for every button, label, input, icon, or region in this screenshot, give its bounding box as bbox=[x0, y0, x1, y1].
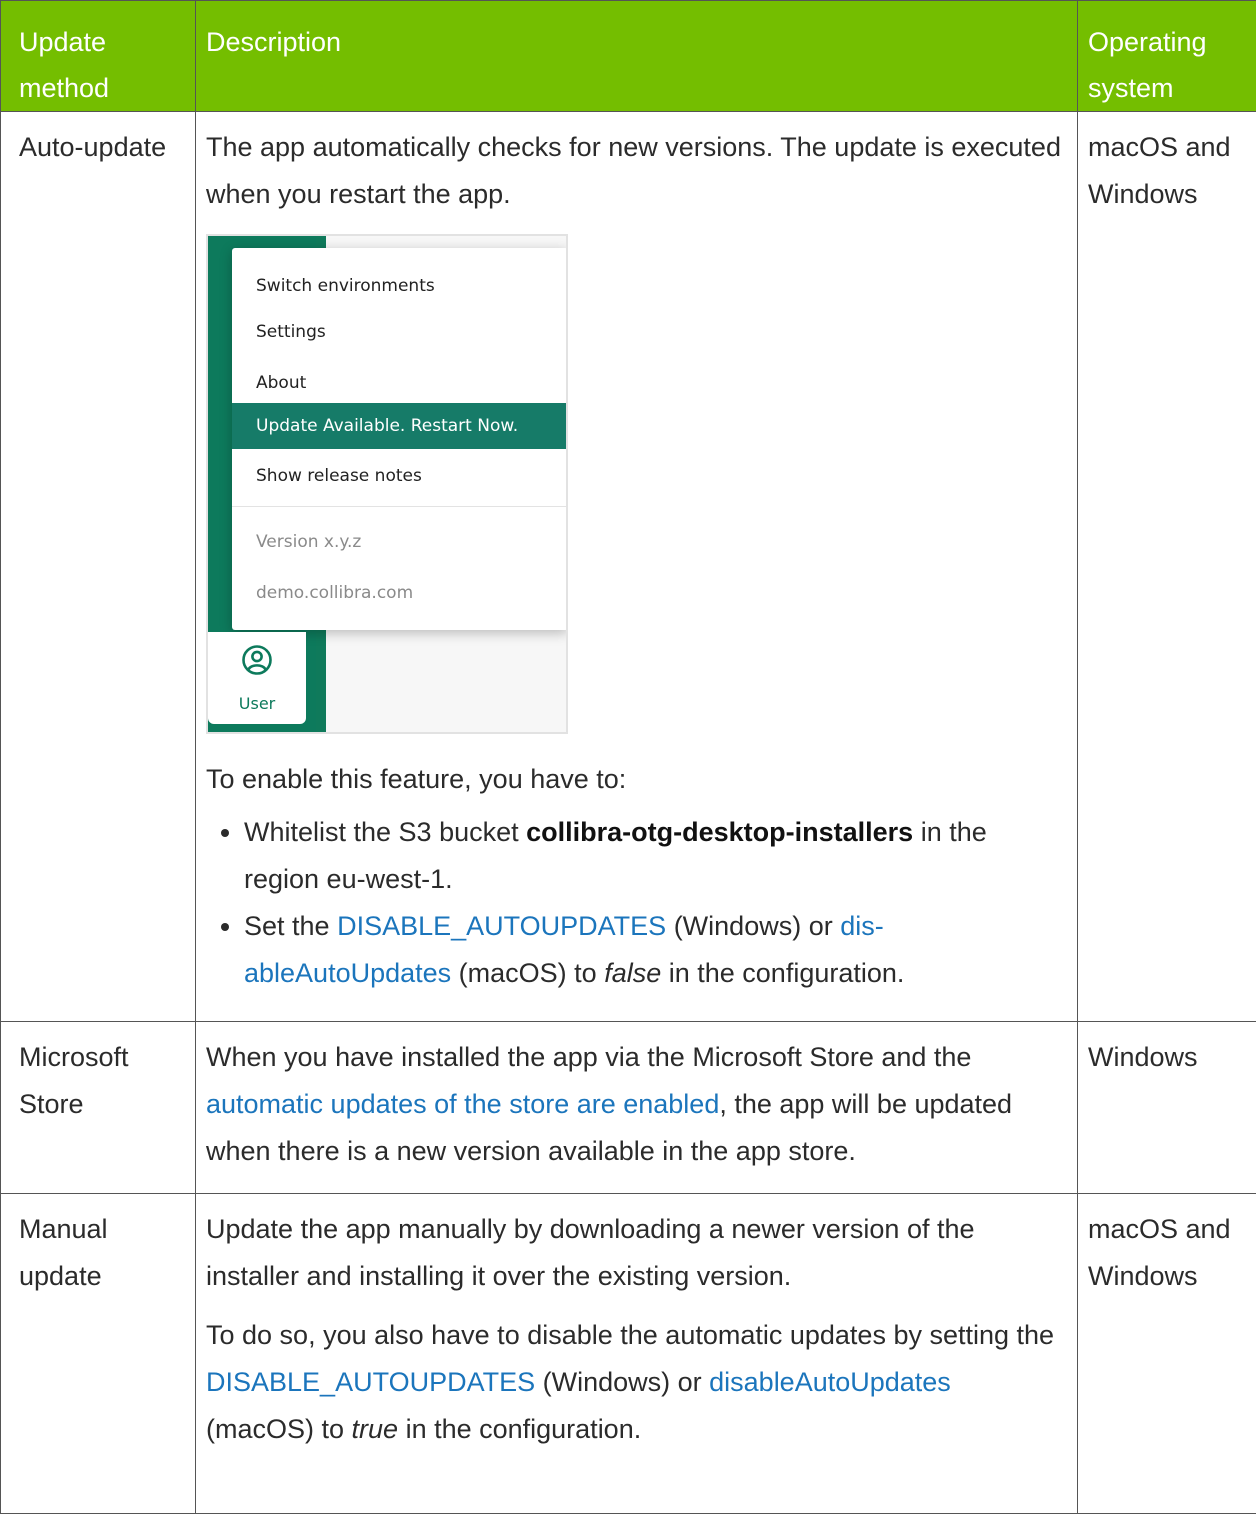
description-text: Update the app manually by downloading a… bbox=[206, 1206, 1065, 1300]
disable-auto-updates-link[interactable]: disableAutoUpdates bbox=[709, 1367, 951, 1397]
menu-item-update-restart[interactable]: Update Available. Restart Now. bbox=[232, 403, 568, 449]
app-menu-screenshot: Switch environments Settings About Updat… bbox=[206, 234, 568, 734]
header-update-method: Update method bbox=[1, 1, 196, 112]
user-label: User bbox=[208, 694, 306, 714]
menu-item-about[interactable]: About bbox=[256, 371, 306, 395]
menu-item-switch-environments[interactable]: Switch environments bbox=[256, 274, 435, 298]
requirements-list: Whitelist the S3 bucket collibra-otg-des… bbox=[206, 809, 1065, 997]
menu-item-release-notes[interactable]: Show release notes bbox=[256, 464, 422, 488]
description-text: When you have installed the app via the … bbox=[206, 1034, 1065, 1175]
user-button[interactable]: User bbox=[208, 632, 306, 724]
description-text: The app automatically checks for new ver… bbox=[206, 124, 1065, 218]
text: (Windows) or bbox=[666, 911, 840, 941]
table-row: Microsoft Store When you have installed … bbox=[1, 1022, 1256, 1194]
table-header-row: Update method Description Operating syst… bbox=[1, 1, 1256, 112]
os-cell: Windows bbox=[1078, 1022, 1256, 1194]
text: (macOS) to bbox=[451, 958, 604, 988]
text: in the configuration. bbox=[398, 1414, 641, 1444]
os-cell: macOS and Windows bbox=[1078, 112, 1256, 1022]
enable-intro: To enable this feature, you have to: bbox=[206, 756, 1065, 803]
user-menu: Switch environments Settings About Updat… bbox=[232, 248, 568, 630]
user-icon bbox=[241, 644, 273, 676]
menu-divider bbox=[232, 506, 568, 507]
value-false: false bbox=[604, 958, 661, 988]
menu-item-settings[interactable]: Settings bbox=[256, 320, 326, 344]
menu-host: demo.collibra.com bbox=[256, 581, 413, 605]
text: To do so, you also have to disable the a… bbox=[206, 1320, 1054, 1350]
text: in the configuration. bbox=[661, 958, 904, 988]
table-row: Manual update Update the app manually by… bbox=[1, 1194, 1256, 1514]
description-cell: Update the app manually by downloading a… bbox=[196, 1194, 1078, 1514]
store-updates-link[interactable]: automatic updates of the store are enabl… bbox=[206, 1089, 719, 1119]
list-item: Whitelist the S3 bucket collibra-otg-des… bbox=[244, 809, 1065, 903]
disable-autoupdates-link[interactable]: DISABLE_AUTOUPDATES bbox=[337, 911, 666, 941]
bucket-name: collibra-otg-desktop-installers bbox=[526, 817, 913, 847]
os-cell: macOS and Windows bbox=[1078, 1194, 1256, 1514]
list-item: Set the DISABLE_AUTOUPDATES (Windows) or… bbox=[244, 903, 1065, 997]
update-methods-table: Update method Description Operating syst… bbox=[0, 0, 1256, 1514]
text: (macOS) to bbox=[206, 1414, 352, 1444]
method-cell: Auto-update bbox=[1, 112, 196, 1022]
text: Whitelist the S3 bucket bbox=[244, 817, 526, 847]
menu-version: Version x.y.z bbox=[256, 530, 361, 554]
method-cell: Manual update bbox=[1, 1194, 196, 1514]
header-operating-system: Operating system bbox=[1078, 1, 1256, 112]
text: (Windows) or bbox=[535, 1367, 709, 1397]
method-cell: Microsoft Store bbox=[1, 1022, 196, 1194]
header-description: Description bbox=[196, 1, 1078, 112]
description-cell: The app automatically checks for new ver… bbox=[196, 112, 1078, 1022]
description-cell: When you have installed the app via the … bbox=[196, 1022, 1078, 1194]
table-row: Auto-update The app automatically checks… bbox=[1, 112, 1256, 1022]
description-text: To do so, you also have to disable the a… bbox=[206, 1312, 1065, 1453]
text: Set the bbox=[244, 911, 337, 941]
text: When you have installed the app via the … bbox=[206, 1042, 971, 1072]
disable-autoupdates-link[interactable]: DISABLE_AUTOUPDATES bbox=[206, 1367, 535, 1397]
value-true: true bbox=[352, 1414, 399, 1444]
